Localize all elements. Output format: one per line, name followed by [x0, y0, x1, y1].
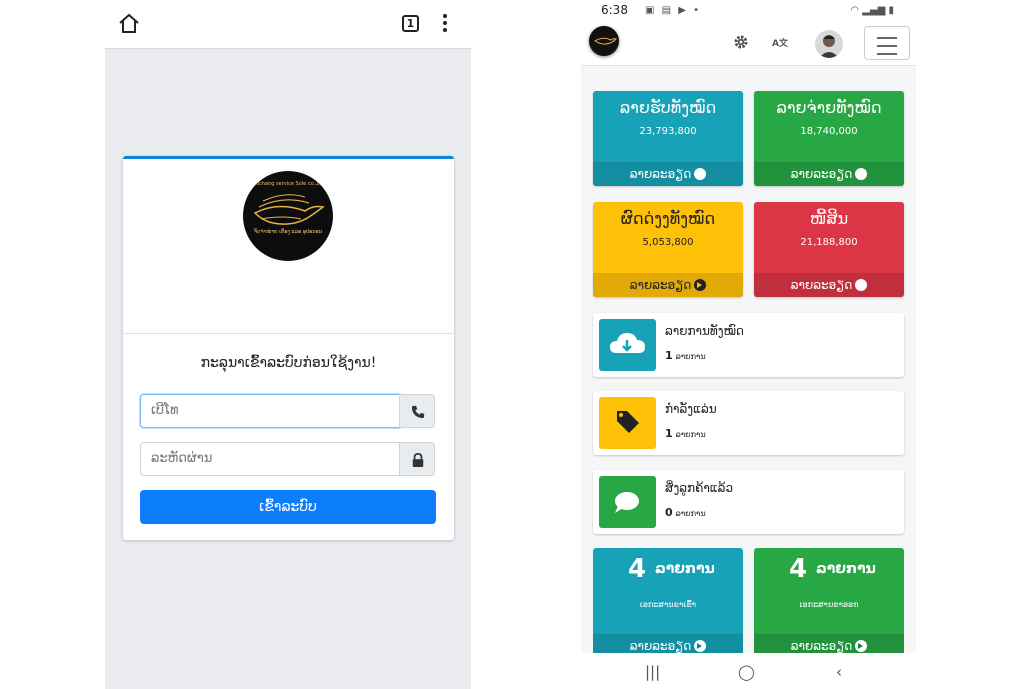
- stat-more-link[interactable]: ລາຍລະອຽດ: [593, 273, 743, 297]
- bird-logo-icon: [253, 194, 325, 225]
- stat-value: 5,053,800: [642, 237, 694, 248]
- comment-icon: [615, 492, 639, 513]
- tab-count-button[interactable]: 1: [402, 15, 419, 32]
- top-navbar: A文: [581, 22, 916, 66]
- phone-addon: [399, 394, 435, 428]
- stat-card-income: ລາຍຮັບທັງໝົດ 23,793,800 ລາຍລະອຽດ: [593, 91, 743, 186]
- arrow-circle-right-icon: [694, 168, 707, 180]
- stat-label: ຜົດດ່ງງທັງໝົດ: [620, 209, 716, 228]
- phone-input-group: ເບີໂທ: [140, 394, 436, 428]
- home-icon[interactable]: [117, 12, 141, 36]
- info-title: ກຳລັງແລ່ນ: [665, 402, 717, 416]
- bird-logo-icon: [594, 37, 617, 45]
- info-count: 1 ລາຍການ: [665, 349, 706, 362]
- password-input-group: ລະຫັດຜ່ານ: [140, 442, 436, 476]
- info-count: 1 ລາຍການ: [665, 427, 706, 440]
- password-addon: [399, 442, 435, 476]
- logo-area: Laochang service Sole co.,LTD ຈັດຈຳໜ່າຍ …: [123, 159, 454, 334]
- stat-card-debt: ໜີ້ສິນ 21,188,800 ລາຍລະອຽດ: [754, 202, 904, 297]
- password-input[interactable]: ລະຫັດຜ່ານ: [140, 442, 400, 476]
- big-count: 4: [789, 554, 808, 584]
- info-box-running[interactable]: ກຳລັງແລ່ນ 1 ລາຍການ: [593, 391, 904, 455]
- gear-icon[interactable]: [733, 34, 749, 50]
- info-icon-box: [599, 476, 656, 528]
- language-switch-icon[interactable]: A文: [772, 36, 788, 49]
- status-bar: 6:38 ▣ ▤ ▶ • ◠ ▂▄▆ ▮: [581, 0, 916, 22]
- info-icon-box: [599, 397, 656, 449]
- browser-toolbar: 1: [105, 0, 471, 48]
- big-subtitle: ເອກະສານຂາອອກ: [799, 600, 859, 609]
- dashboard-screen: 6:38 ▣ ▤ ▶ • ◠ ▂▄▆ ▮ A文 ລາຍຮັບທັງໝົດ 23,…: [581, 0, 916, 689]
- notification-icons: ▣ ▤ ▶ •: [645, 5, 702, 16]
- phone-input[interactable]: ເບີໂທ: [140, 394, 400, 428]
- arrow-circle-right-icon: [855, 168, 868, 180]
- info-title: ສິ່ງລູກຄ້າແລ້ວ: [665, 481, 734, 495]
- arrow-circle-right-icon: [694, 279, 707, 291]
- info-title: ລາຍການທັງໝົດ: [665, 324, 744, 338]
- app-logo[interactable]: [589, 26, 619, 56]
- info-count: 0 ລາຍການ: [665, 506, 706, 519]
- stat-value: 18,740,000: [800, 126, 858, 137]
- stat-more-link[interactable]: ລາຍລະອຽດ: [754, 162, 904, 186]
- back-icon[interactable]: ‹: [836, 663, 842, 681]
- login-card: Laochang service Sole co.,LTD ຈັດຈຳໜ່າຍ …: [123, 156, 454, 540]
- home-circle-icon[interactable]: ◯: [738, 663, 755, 681]
- signal-battery-icons: ◠ ▂▄▆ ▮: [850, 5, 894, 16]
- stat-label: ໜີ້ສິນ: [809, 209, 849, 228]
- stat-label: ລາຍຮັບທັງໝົດ: [619, 98, 717, 117]
- outgoing-documents-card: 4 ລາຍການ ເອກະສານຂາອອກ ລາຍລະອຽດ: [754, 548, 904, 658]
- info-icon-box: [599, 319, 656, 371]
- info-box-delivered[interactable]: ສິ່ງລູກຄ້າແລ້ວ 0 ລາຍການ: [593, 470, 904, 534]
- stat-card-profit: ຜົດດ່ງງທັງໝົດ 5,053,800 ລາຍລະອຽດ: [593, 202, 743, 297]
- login-prompt: ກະລຸນາເຂົ້າລະບົບກ່ອນໃຊ້ງານ!: [200, 355, 377, 371]
- stat-more-link[interactable]: ລາຍລະອຽດ: [593, 162, 743, 186]
- big-count: 4: [628, 554, 647, 584]
- info-box-all-orders[interactable]: ລາຍການທັງໝົດ 1 ລາຍການ: [593, 313, 904, 377]
- recent-apps-icon[interactable]: |||: [645, 663, 660, 681]
- stat-value: 21,188,800: [800, 237, 858, 248]
- stat-more-link[interactable]: ລາຍລະອຽດ: [754, 273, 904, 297]
- stat-value: 23,793,800: [639, 126, 697, 137]
- avatar[interactable]: [815, 30, 843, 58]
- stat-label: ລາຍຈ່າຍທັງໝົດ: [776, 98, 882, 117]
- big-subtitle: ເອກະສານຂາເຂົ້າ: [639, 600, 697, 609]
- menu-toggle-button[interactable]: [864, 26, 910, 60]
- big-unit: ລາຍການ: [816, 561, 876, 577]
- incoming-documents-card: 4 ລາຍການ ເອກະສານຂາເຂົ້າ ລາຍລະອຽດ: [593, 548, 743, 658]
- arrow-circle-right-icon: [694, 640, 707, 652]
- stat-card-expense: ລາຍຈ່າຍທັງໝົດ 18,740,000 ລາຍລະອຽດ: [754, 91, 904, 186]
- login-button[interactable]: ເຂົ້າລະບົບ: [140, 490, 436, 524]
- more-menu-icon[interactable]: [438, 14, 452, 34]
- big-unit: ລາຍການ: [655, 561, 715, 577]
- android-nav-bar: ||| ◯ ‹: [581, 653, 916, 689]
- status-time: 6:38: [601, 3, 628, 17]
- phone-icon: [411, 405, 425, 419]
- lock-icon: [412, 453, 424, 467]
- arrow-circle-right-icon: [855, 279, 868, 291]
- cloud-download-icon: [610, 333, 645, 353]
- arrow-circle-right-icon: [855, 640, 868, 652]
- tag-icon: [617, 411, 639, 433]
- company-logo: Laochang service Sole co.,LTD ຈັດຈຳໜ່າຍ …: [243, 171, 333, 261]
